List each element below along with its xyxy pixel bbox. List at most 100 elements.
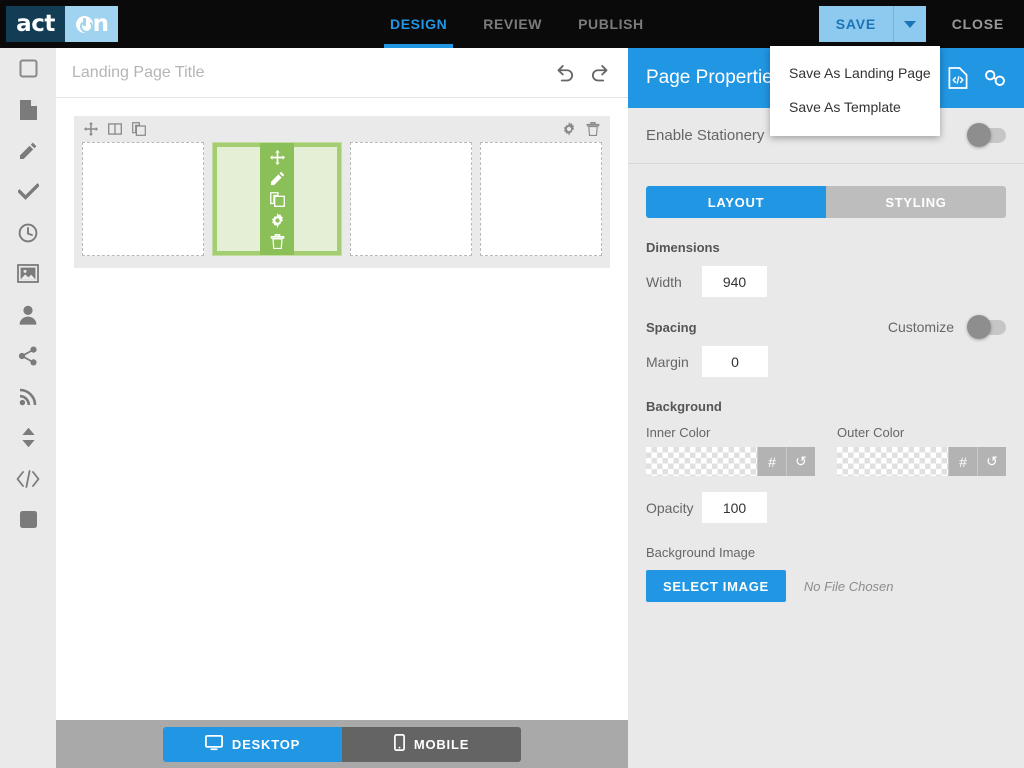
- background-image-block: Background Image SELECT IMAGE No File Ch…: [646, 545, 1006, 602]
- opacity-label: Opacity: [646, 499, 694, 516]
- monitor-icon: [204, 734, 223, 754]
- enable-stationery-toggle[interactable]: [967, 123, 1006, 147]
- gear-icon[interactable]: [562, 122, 576, 136]
- opacity-input[interactable]: [702, 492, 767, 523]
- save-dropdown-toggle[interactable]: [894, 6, 926, 42]
- move-icon[interactable]: [84, 122, 98, 136]
- save-button-group: SAVE: [818, 6, 926, 42]
- app-root: act n DESIGN REVIEW PUBLISH SAVE CLOSE S…: [0, 0, 1024, 768]
- select-image-row: SELECT IMAGE No File Chosen: [646, 570, 1006, 602]
- width-input[interactable]: [702, 266, 767, 297]
- redo-button[interactable]: [584, 58, 614, 88]
- canvas-cell-1[interactable]: [82, 142, 204, 256]
- rail-item-square-filled[interactable]: [0, 499, 56, 540]
- person-icon: [19, 305, 37, 325]
- power-icon: [75, 15, 93, 33]
- canvas-cell-4[interactable]: [480, 142, 602, 256]
- pencil-icon[interactable]: [270, 171, 285, 186]
- rail-item-check[interactable]: [0, 171, 56, 212]
- phone-icon: [393, 734, 405, 754]
- width-field-row: Width: [646, 266, 1006, 297]
- device-preview-bar: DESKTOP MOBILE: [56, 720, 628, 768]
- left-tool-rail: [0, 48, 56, 768]
- menu-item-save-as-landing-page[interactable]: Save As Landing Page: [770, 56, 940, 90]
- device-toggle-group: DESKTOP MOBILE: [163, 726, 521, 762]
- square-outline-icon: [19, 59, 38, 78]
- outer-color-reset-button[interactable]: ↺: [977, 447, 1006, 476]
- link-icon[interactable]: [984, 69, 1006, 87]
- dimensions-section: Dimensions Width: [646, 240, 1006, 297]
- cell-toolbar: [260, 143, 294, 255]
- inner-color-control: # ↺: [646, 447, 815, 476]
- customize-label: Customize: [887, 319, 954, 335]
- background-heading: Background: [646, 399, 722, 414]
- save-dropdown-menu: Save As Landing Page Save As Template: [770, 46, 940, 136]
- rail-item-rss[interactable]: [0, 376, 56, 417]
- rail-item-person[interactable]: [0, 294, 56, 335]
- width-label: Width: [646, 273, 682, 290]
- mobile-toggle-button[interactable]: MOBILE: [342, 726, 521, 762]
- menu-item-save-as-template[interactable]: Save As Template: [770, 90, 940, 124]
- inner-color-swatch[interactable]: [646, 447, 757, 476]
- logo-left-block: act: [6, 6, 65, 42]
- tab-publish[interactable]: PUBLISH: [560, 0, 662, 48]
- margin-label: Margin: [646, 353, 689, 370]
- dimensions-heading: Dimensions: [646, 240, 720, 255]
- check-icon: [17, 183, 39, 200]
- rail-item-code[interactable]: [0, 458, 56, 499]
- duplicate-icon[interactable]: [132, 122, 146, 136]
- tab-layout[interactable]: LAYOUT: [646, 186, 826, 218]
- logo-right-block: n: [65, 6, 118, 42]
- desktop-toggle-button[interactable]: DESKTOP: [163, 726, 342, 762]
- margin-input[interactable]: [702, 346, 768, 377]
- toggle-knob: [967, 123, 991, 147]
- rail-item-pencil[interactable]: [0, 130, 56, 171]
- customize-toggle[interactable]: [967, 314, 1006, 339]
- row-block: [74, 116, 610, 268]
- outer-color-hex-button[interactable]: #: [948, 447, 977, 476]
- trash-icon[interactable]: [586, 122, 600, 136]
- undo-button[interactable]: [550, 58, 580, 88]
- canvas-cell-2-selected[interactable]: [212, 142, 342, 256]
- gear-icon[interactable]: [270, 212, 285, 228]
- outer-color-column: Outer Color # ↺: [837, 425, 1006, 476]
- spacing-heading-row: Spacing Customize: [646, 314, 1006, 339]
- row-toolbar-right: [562, 122, 600, 136]
- page-title-input[interactable]: [72, 63, 546, 82]
- inner-color-label: Inner Color: [646, 425, 711, 440]
- desktop-label: DESKTOP: [231, 736, 301, 752]
- move-icon[interactable]: [269, 149, 285, 165]
- page-title-bar: [56, 48, 628, 98]
- trash-icon[interactable]: [270, 233, 285, 249]
- select-image-button[interactable]: SELECT IMAGE: [646, 570, 786, 602]
- chevron-down-icon: [904, 20, 916, 28]
- duplicate-icon[interactable]: [269, 191, 285, 207]
- margin-field-row: Margin: [646, 346, 1006, 377]
- close-button[interactable]: CLOSE: [952, 0, 1004, 48]
- share-icon: [18, 346, 38, 366]
- rail-item-updown-arrows[interactable]: [0, 417, 56, 458]
- canvas-cell-3[interactable]: [350, 142, 472, 256]
- save-button[interactable]: SAVE: [818, 6, 894, 42]
- logo-text-on: n: [75, 12, 109, 36]
- tab-review[interactable]: REVIEW: [465, 0, 560, 48]
- row-toolbar: [74, 116, 610, 142]
- pencil-icon: [18, 141, 38, 161]
- rail-item-clock[interactable]: [0, 212, 56, 253]
- toggle-knob: [967, 314, 991, 339]
- rail-item-image[interactable]: [0, 253, 56, 294]
- rail-item-share[interactable]: [0, 335, 56, 376]
- rail-item-square-outline[interactable]: [0, 48, 56, 89]
- canvas-stage: [56, 98, 628, 286]
- panel-tabs: LAYOUT STYLING: [646, 186, 1006, 218]
- inner-color-reset-button[interactable]: ↺: [786, 447, 815, 476]
- inner-color-hex-button[interactable]: #: [757, 447, 786, 476]
- rail-item-page[interactable]: [0, 89, 56, 130]
- columns-icon[interactable]: [108, 122, 122, 136]
- outer-color-swatch[interactable]: [837, 447, 948, 476]
- tab-styling[interactable]: STYLING: [826, 186, 1006, 218]
- tab-design[interactable]: DESIGN: [372, 0, 465, 48]
- spacing-section: Spacing Customize Margin: [646, 314, 1006, 377]
- html-code-icon[interactable]: [948, 67, 968, 89]
- acton-logo[interactable]: act n: [6, 6, 118, 42]
